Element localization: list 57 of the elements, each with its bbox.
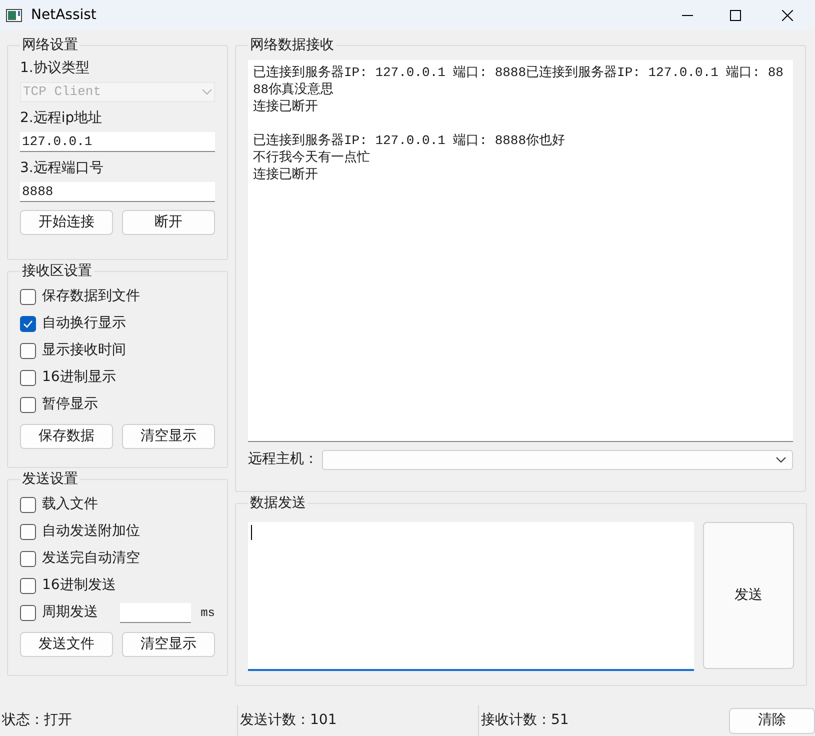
unit-label: ms [200, 604, 215, 622]
send-button[interactable]: 发送 [703, 522, 794, 669]
window-title: NetAssist [31, 6, 96, 24]
checkbox-label: 周期发送 [42, 603, 98, 622]
checkbox-label: 载入文件 [42, 495, 98, 514]
message-line: 连接已断开 [253, 166, 319, 183]
push-button[interactable]: 保存数据 [20, 424, 113, 449]
group-title: 网络数据接收 [249, 36, 335, 55]
field-label: 3.远程端口号 [20, 159, 104, 178]
check-icon [23, 320, 33, 328]
status-text: 接收计数：51 [481, 711, 569, 730]
field-label: 1.协议类型 [20, 59, 90, 78]
maximize-icon [730, 10, 740, 20]
checkbox-label: 16进制显示 [42, 368, 116, 387]
checkbox[interactable] [20, 342, 36, 358]
group-title: 接收区设置 [21, 262, 93, 281]
push-button[interactable]: 清空显示 [122, 424, 215, 449]
group-title: 网络设置 [21, 36, 79, 55]
status-text: 状态：打开 [2, 711, 72, 730]
push-button[interactable]: 发送文件 [20, 632, 113, 657]
checkbox-label: 暂停显示 [42, 395, 98, 414]
period-field[interactable] [120, 602, 191, 622]
message-line: 连接已断开 [253, 98, 319, 115]
checkbox-label: 保存数据到文件 [42, 287, 140, 306]
checkbox[interactable] [20, 396, 36, 412]
chevron-down-icon [776, 456, 786, 462]
message-line: 不行我今天有一点忙 [253, 149, 371, 166]
push-button[interactable]: 开始连接 [20, 210, 113, 235]
clear-button[interactable]: 清除 [729, 708, 815, 734]
checkbox-label: 自动发送附加位 [42, 522, 140, 541]
checkbox[interactable] [20, 316, 36, 332]
status-text: 发送计数：101 [240, 711, 337, 730]
field-label: 远程主机： [248, 450, 318, 469]
chevron-down-icon [202, 89, 212, 95]
checkbox-label: 发送完自动清空 [42, 549, 140, 568]
checkbox-label: 显示接收时间 [42, 341, 126, 360]
app-icon [6, 8, 22, 22]
checkbox[interactable] [20, 524, 36, 540]
ip-field[interactable]: 127.0.0.1 [20, 132, 215, 152]
message-line: 已连接到服务器IP: 127.0.0.1 端口: 8888你也好 [253, 132, 566, 149]
checkbox[interactable] [20, 496, 36, 512]
push-button[interactable]: 清空显示 [122, 632, 215, 657]
checkbox-label: 自动换行显示 [42, 314, 126, 333]
push-button[interactable]: 断开 [122, 210, 215, 235]
close-icon [782, 10, 792, 20]
checkbox-label: 16进制发送 [42, 576, 116, 595]
receive-text-area[interactable]: 已连接到服务器IP: 127.0.0.1 端口: 8888已连接到服务器IP: 127.0.0.1 端口: 8888你真没意思 连接已断开 已连接到服务器IP: 127.0.0.1 端口: 8888你也好 不行我今天有一点忙 连接已断开 [248, 60, 793, 442]
group-title: 发送设置 [21, 470, 79, 489]
group-title: 数据发送 [249, 494, 307, 513]
checkbox[interactable] [20, 370, 36, 386]
checkbox[interactable] [20, 578, 36, 594]
message-line: 已连接到服务器IP: 127.0.0.1 端口: 8888已连接到服务器IP: 127.0.0.1 端口: 8888你真没意思 [253, 64, 784, 98]
field-label: 2.远程ip地址 [20, 109, 104, 128]
port-field[interactable]: 8888 [20, 182, 215, 202]
checkbox[interactable] [20, 550, 36, 566]
checkbox[interactable] [20, 604, 36, 620]
checkbox[interactable] [20, 288, 36, 304]
